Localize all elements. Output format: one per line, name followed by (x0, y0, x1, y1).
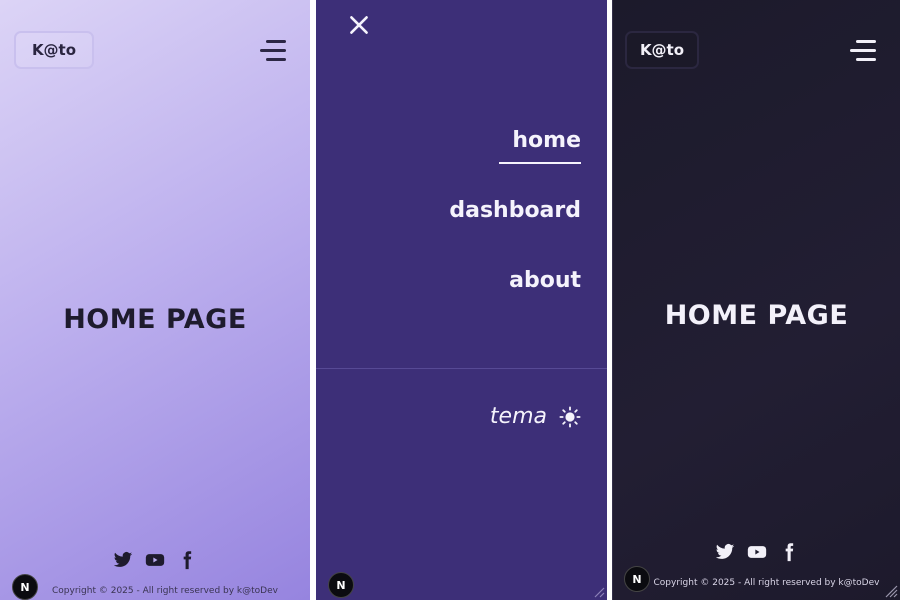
nav-link-dashboard[interactable]: dashboard (449, 198, 581, 223)
copyright-text: Copyright © 2025 - All right reserved by… (52, 586, 278, 596)
nextjs-badge[interactable]: N (624, 566, 650, 592)
page-title: HOME PAGE (63, 304, 247, 335)
page-title: HOME PAGE (664, 300, 849, 331)
hamburger-icon (266, 40, 286, 43)
close-icon[interactable] (346, 12, 372, 38)
nav-link-about[interactable]: about (509, 268, 581, 293)
hamburger-line (266, 58, 286, 61)
hamburger-menu-button[interactable] (848, 38, 876, 64)
social-links (0, 550, 310, 570)
nextjs-badge[interactable]: N (12, 574, 38, 600)
youtube-icon[interactable] (747, 542, 767, 562)
facebook-icon[interactable] (177, 550, 197, 570)
hamburger-menu-button[interactable] (258, 38, 286, 64)
sun-icon (559, 405, 581, 428)
menu-divider (316, 368, 607, 369)
twitter-icon[interactable] (715, 542, 735, 562)
active-nav-underline (499, 162, 581, 164)
dark-theme-screen: K@to HOME PAGE Copyright © 2025 - All ri… (612, 0, 900, 600)
hamburger-icon (856, 40, 876, 43)
resize-handle-icon[interactable] (884, 584, 898, 598)
resize-handle-icon[interactable] (591, 584, 605, 598)
social-links (613, 542, 900, 562)
twitter-icon[interactable] (113, 550, 133, 570)
copyright-text: Copyright © 2025 - All right reserved by… (653, 578, 880, 588)
logo-button[interactable]: K@to (14, 31, 94, 69)
logo-button[interactable]: K@to (625, 31, 699, 69)
hamburger-line (856, 58, 876, 61)
menu-screen: home dashboard about tema N (316, 0, 607, 600)
youtube-icon[interactable] (145, 550, 165, 570)
theme-toggle[interactable]: tema (490, 404, 581, 429)
facebook-icon[interactable] (779, 542, 799, 562)
hamburger-line (260, 49, 286, 52)
theme-label: tema (489, 404, 547, 429)
hamburger-line (850, 49, 876, 52)
nextjs-badge[interactable]: N (328, 572, 354, 598)
nav-link-home[interactable]: home (512, 128, 581, 153)
light-theme-screen: K@to HOME PAGE Copyright © 2025 - All ri… (0, 0, 310, 600)
